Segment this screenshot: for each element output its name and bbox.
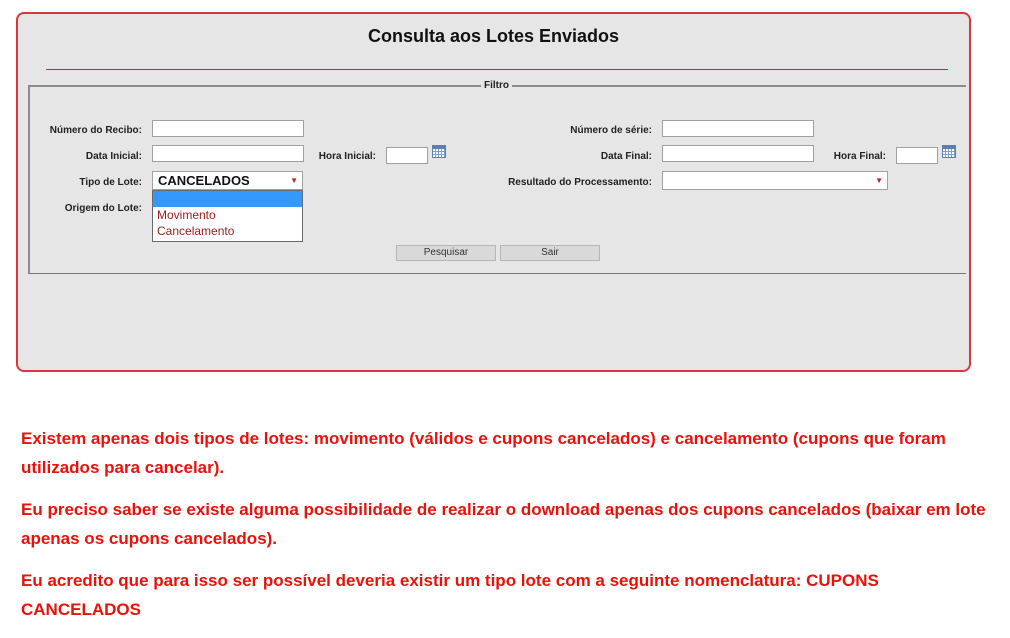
chevron-down-icon: ▼ xyxy=(875,176,883,185)
sair-button[interactable]: Sair xyxy=(500,245,600,261)
label-data-inicial: Data Inicial: xyxy=(85,151,142,162)
title-divider xyxy=(46,69,948,70)
calendar-icon[interactable] xyxy=(432,145,446,158)
chevron-down-icon: ▼ xyxy=(290,176,298,185)
tipo-lote-selected: CANCELADOS xyxy=(158,173,250,188)
calendar-icon[interactable] xyxy=(942,145,956,158)
pesquisar-button[interactable]: Pesquisar xyxy=(396,245,496,261)
dropdown-option-cancelamento[interactable]: Cancelamento xyxy=(153,223,302,239)
query-panel: Consulta aos Lotes Enviados Filtro Númer… xyxy=(16,12,971,372)
dropdown-option-movimento[interactable]: Movimento xyxy=(153,207,302,223)
label-numero-recibo: Número do Recibo: xyxy=(49,125,142,136)
label-hora-inicial: Hora Inicial: xyxy=(318,151,376,162)
dropdown-option-blank[interactable] xyxy=(153,191,302,207)
note-paragraph-1: Existem apenas dois tipos de lotes: movi… xyxy=(21,429,946,477)
resultado-select[interactable]: ▼ xyxy=(662,171,888,190)
tipo-lote-select[interactable]: CANCELADOS ▼ xyxy=(152,171,303,190)
label-numero-serie: Número de série: xyxy=(570,125,652,136)
label-tipo-lote: Tipo de Lote: xyxy=(79,177,142,188)
note-paragraph-3: Eu acredito que para isso ser possível d… xyxy=(21,571,879,619)
label-origem: Origem do Lote: xyxy=(64,203,142,214)
filter-legend: Filtro xyxy=(481,80,512,91)
numero-serie-input[interactable] xyxy=(662,120,814,137)
label-hora-final: Hora Final: xyxy=(833,151,886,162)
numero-recibo-input[interactable] xyxy=(152,120,304,137)
hora-final-input[interactable] xyxy=(896,147,938,164)
data-final-input[interactable] xyxy=(662,145,814,162)
data-inicial-input[interactable] xyxy=(152,145,304,162)
note-paragraph-2: Eu preciso saber se existe alguma possib… xyxy=(21,500,986,548)
tipo-lote-dropdown: Movimento Cancelamento xyxy=(152,190,303,242)
page-title: Consulta aos Lotes Enviados xyxy=(367,26,620,46)
hora-inicial-input[interactable] xyxy=(386,147,428,164)
label-data-final: Data Final: xyxy=(600,151,652,162)
label-resultado: Resultado do Processamento: xyxy=(508,177,652,188)
